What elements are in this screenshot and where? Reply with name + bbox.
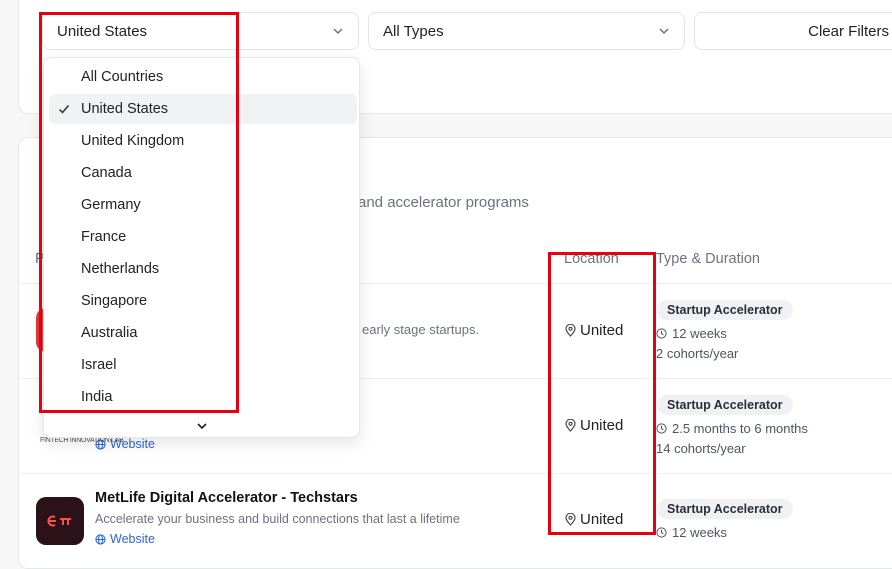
globe-icon — [95, 533, 106, 545]
type-select[interactable]: All Types — [368, 12, 685, 50]
column-type-duration: Type & Duration — [656, 251, 760, 267]
program-title[interactable]: MetLife Digital Accelerator - Techstars — [95, 490, 358, 506]
clock-icon — [656, 423, 667, 434]
chevron-down-icon[interactable] — [196, 420, 208, 432]
clear-filters-button[interactable]: Clear Filters — [694, 12, 892, 50]
metlife-logo — [36, 497, 84, 545]
cohorts-text: 2 cohorts/year — [656, 346, 739, 361]
duration-text: 12 weeks — [672, 525, 727, 540]
techstars-mark-icon — [47, 515, 71, 527]
chevron-down-icon — [659, 28, 669, 35]
chevron-down-icon — [333, 28, 343, 35]
duration: 12 weeks — [656, 525, 727, 540]
program-description: early stage startups. — [362, 322, 480, 337]
table-description: and accelerator programs — [358, 194, 529, 211]
cohorts: 14 cohorts/year — [656, 441, 746, 456]
type-badge: Startup Accelerator — [657, 499, 793, 519]
type-badge: Startup Accelerator — [657, 395, 793, 415]
duration: 2.5 months to 6 months — [656, 421, 808, 436]
clock-icon — [656, 328, 667, 339]
website-label: Website — [110, 532, 155, 546]
duration-text: 12 weeks — [672, 326, 727, 341]
website-link[interactable]: Website — [95, 437, 155, 451]
website-link[interactable]: Website — [95, 532, 155, 546]
globe-icon — [95, 438, 106, 450]
annotation-highlight-country — [39, 12, 239, 413]
row-divider — [19, 473, 892, 474]
type-select-value: All Types — [383, 22, 444, 40]
clear-filters-label: Clear Filters — [808, 22, 889, 40]
cohorts-text: 14 cohorts/year — [656, 441, 746, 456]
annotation-highlight-location — [548, 252, 656, 535]
clock-icon — [656, 527, 667, 538]
cohorts: 2 cohorts/year — [656, 346, 738, 361]
duration: 12 weeks — [656, 326, 727, 341]
type-badge: Startup Accelerator — [657, 300, 793, 320]
website-label: Website — [110, 437, 155, 451]
program-description: Accelerate your business and build conne… — [95, 512, 460, 526]
duration-text: 2.5 months to 6 months — [672, 421, 808, 436]
